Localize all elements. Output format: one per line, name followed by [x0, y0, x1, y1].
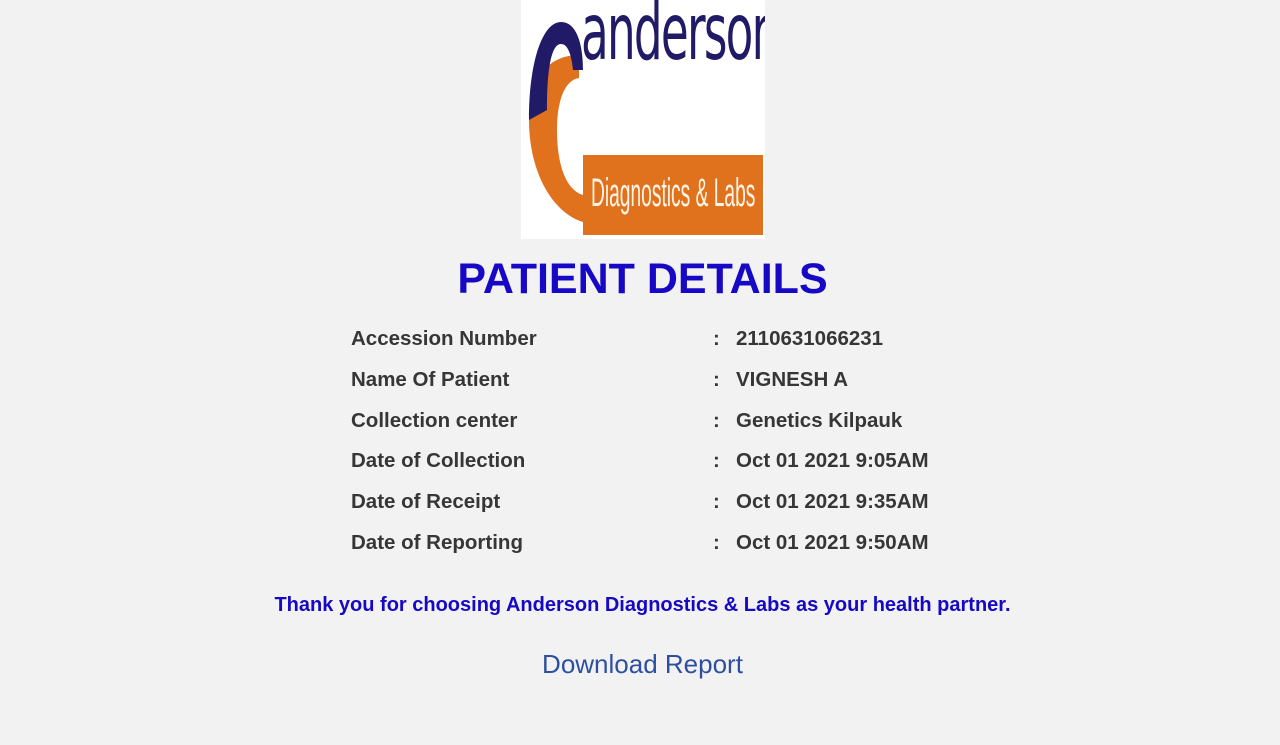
detail-separator: : [713, 327, 720, 350]
logo-wordmark: anderson [581, 0, 765, 78]
detail-label: Collection center [351, 408, 518, 432]
detail-label: Date of Collection [351, 449, 526, 473]
company-logo: anderson Diagnostics & Labs [521, 0, 765, 239]
logo-tagline: Diagnostics & Labs [591, 171, 756, 215]
detail-label: Date of Reporting [351, 530, 523, 554]
thank-you-message: Thank you for choosing Anderson Diagnost… [274, 594, 1011, 616]
detail-value: VIGNESH A [736, 367, 849, 391]
detail-separator: : [713, 367, 720, 391]
detail-value: 2110631066231 [736, 327, 884, 350]
detail-row-date-of-reporting: Date of Reporting : Oct 01 2021 9:50AM [351, 530, 971, 571]
detail-row-date-of-receipt: Date of Receipt : Oct 01 2021 9:35AM [351, 489, 971, 530]
detail-row-collection-center: Collection center : Genetics Kilpauk [351, 408, 971, 449]
detail-label: Date of Receipt [351, 490, 501, 514]
detail-label: Name Of Patient [351, 367, 510, 391]
detail-row-date-of-collection: Date of Collection : Oct 01 2021 9:05AM [351, 448, 971, 489]
detail-separator: : [713, 449, 720, 473]
download-container: Download Report [0, 648, 1280, 680]
detail-separator: : [713, 408, 720, 432]
download-report-link[interactable]: Download Report [542, 649, 743, 679]
detail-separator: : [713, 530, 720, 554]
logo-tagline-band: Diagnostics & Labs [583, 155, 763, 235]
detail-value: Genetics Kilpauk [736, 408, 903, 432]
detail-row-accession-number: Accession Number : 2110631066231 [351, 326, 971, 367]
detail-value: Oct 01 2021 9:05AM [736, 449, 929, 473]
detail-label: Accession Number [351, 327, 537, 350]
detail-value: Oct 01 2021 9:35AM [736, 490, 929, 514]
detail-value: Oct 01 2021 9:50AM [736, 530, 929, 554]
detail-row-patient-name: Name Of Patient : VIGNESH A [351, 367, 971, 408]
patient-details-table: Accession Number : 2110631066231 Name Of… [351, 326, 971, 571]
page-title: PATIENT DETAILS [457, 255, 828, 303]
detail-separator: : [713, 490, 720, 514]
